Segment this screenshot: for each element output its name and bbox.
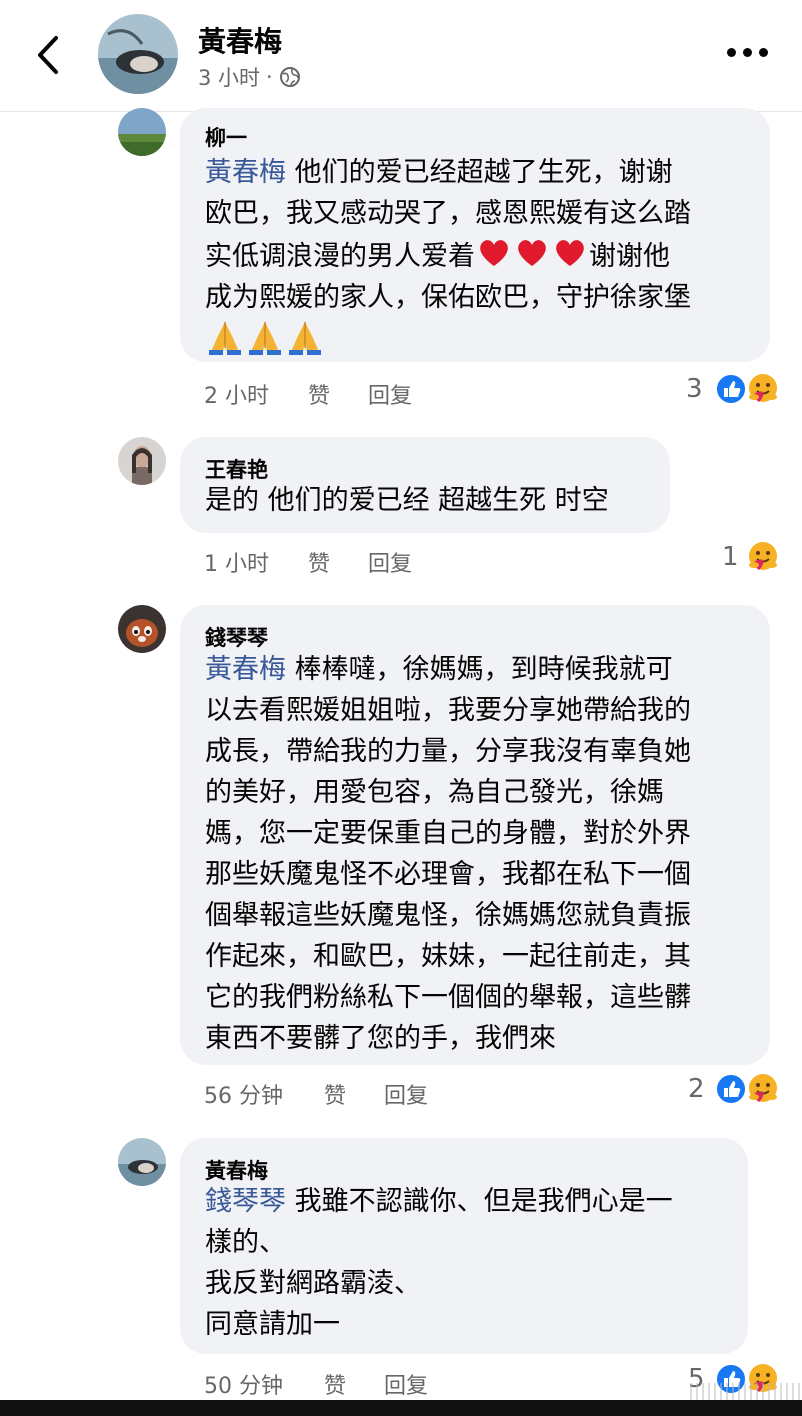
like-reaction-icon xyxy=(715,1073,747,1105)
comment-line: 那些妖魔鬼怪不必理會，我都在私下一個 xyxy=(205,859,691,890)
comment-text: 是的 他们的爱已经 超越生死 时空 xyxy=(205,480,609,521)
comment-line: 同意請加一 xyxy=(205,1309,340,1340)
more-dot xyxy=(758,47,768,57)
back-button[interactable] xyxy=(30,30,70,80)
watermark xyxy=(690,1383,800,1401)
red-heart-icon xyxy=(556,240,584,266)
comment-text: 黃春梅 他们的爱已经超越了生死，谢谢 欧巴，我又感动哭了，感恩熙媛有这么踏 实低… xyxy=(205,152,691,362)
comment-line: 是的 他们的爱已经 超越生死 时空 xyxy=(205,485,609,516)
comment-line: 欧巴，我又感动哭了，感恩熙媛有这么踏 xyxy=(205,198,691,229)
comment-line: 成長，帶給我的力量，分享我沒有辜負她 xyxy=(205,736,691,767)
post-author-name[interactable]: 黃春梅 xyxy=(198,20,282,60)
comment-author[interactable]: 柳一 xyxy=(205,122,247,152)
reaction-count[interactable]: 2 xyxy=(688,1074,705,1104)
commenter-avatar[interactable] xyxy=(118,605,166,653)
avatar-image xyxy=(118,1138,166,1186)
more-options-button[interactable] xyxy=(724,40,770,64)
chevron-left-icon xyxy=(38,36,58,74)
folded-hands-icon xyxy=(249,322,281,355)
post-meta: 3 小时 · xyxy=(198,62,301,92)
comment-line: 我反對網路霸淩、 xyxy=(205,1268,421,1299)
meta-separator: · xyxy=(266,65,273,89)
commenter-avatar[interactable] xyxy=(118,1138,166,1186)
avatar-image xyxy=(118,437,166,485)
reaction-count[interactable]: 1 xyxy=(722,542,739,572)
comment-line: 它的我們粉絲私下一個個的舉報，這些髒 xyxy=(205,982,691,1013)
care-reaction-icon xyxy=(749,542,777,570)
mention-link[interactable]: 黃春梅 xyxy=(205,157,286,188)
avatar[interactable] xyxy=(98,14,178,94)
comment-line: 他们的爱已经超越了生死，谢谢 xyxy=(294,157,673,188)
avatar-image xyxy=(98,14,178,94)
comment-line: 实低调浪漫的男人爱着 xyxy=(205,241,475,272)
like-button[interactable]: 赞 xyxy=(308,546,330,578)
red-heart-icon xyxy=(480,240,508,266)
comment-line: 我雖不認識你、但是我們心是一 xyxy=(294,1186,673,1217)
like-button[interactable]: 赞 xyxy=(324,1078,346,1110)
care-reaction-icon xyxy=(749,374,777,402)
comment-line: 成为熙媛的家人，保佑欧巴，守护徐家堡 xyxy=(205,282,691,313)
care-reaction-icon xyxy=(749,1074,777,1102)
comment-line: 媽，您一定要保重自己的身體，對於外界 xyxy=(205,818,691,849)
like-reaction-icon xyxy=(715,373,747,405)
commenter-avatar[interactable] xyxy=(118,108,166,156)
more-dots-icon xyxy=(726,47,736,57)
comment-text: 黃春梅 棒棒噠，徐媽媽，到時候我就可 以去看熙媛姐姐啦，我要分享她帶給我的 成長… xyxy=(205,649,691,1059)
comment-line: 棒棒噠，徐媽媽，到時候我就可 xyxy=(294,654,673,685)
comment-line: 的美好，用愛包容，為自己發光，徐媽 xyxy=(205,777,664,808)
post-time[interactable]: 3 小时 xyxy=(198,62,260,92)
reply-button[interactable]: 回复 xyxy=(384,1078,428,1110)
more-dot xyxy=(742,47,752,57)
like-button[interactable]: 赞 xyxy=(324,1368,346,1400)
comment-line: 個舉報這些妖魔鬼怪，徐媽媽您就負責振 xyxy=(205,900,691,931)
post-header: 黃春梅 3 小时 · xyxy=(0,0,802,112)
mention-link[interactable]: 錢琴琴 xyxy=(205,1186,286,1217)
comment-text: 錢琴琴 我雖不認識你、但是我們心是一 樣的、 我反對網路霸淩、 同意請加一 xyxy=(205,1181,673,1345)
avatar-image xyxy=(118,605,166,653)
commenter-avatar[interactable] xyxy=(118,437,166,485)
like-button[interactable]: 赞 xyxy=(308,378,330,410)
comment-time[interactable]: 50 分钟 xyxy=(204,1368,283,1400)
avatar-image xyxy=(118,108,166,156)
comment-line: 谢谢他 xyxy=(589,241,670,272)
comment-line: 作起來，和歐巴，妹妹，一起往前走，其 xyxy=(205,941,691,972)
reply-button[interactable]: 回复 xyxy=(368,546,412,578)
bottom-edge xyxy=(0,1400,802,1416)
comment-line: 以去看熙媛姐姐啦，我要分享她帶給我的 xyxy=(205,695,691,726)
comment-time[interactable]: 56 分钟 xyxy=(204,1078,283,1110)
comment-time[interactable]: 2 小时 xyxy=(204,378,269,410)
red-heart-icon xyxy=(518,240,546,266)
comment-time[interactable]: 1 小时 xyxy=(204,546,269,578)
reply-button[interactable]: 回复 xyxy=(384,1368,428,1400)
folded-hands-icon xyxy=(289,322,321,355)
comment-line: 樣的、 xyxy=(205,1227,286,1258)
globe-icon xyxy=(279,67,300,87)
comment-author[interactable]: 錢琴琴 xyxy=(205,622,268,652)
reaction-count[interactable]: 3 xyxy=(686,374,703,404)
folded-hands-icon xyxy=(209,322,241,355)
reply-button[interactable]: 回复 xyxy=(368,378,412,410)
comment-line: 東西不要髒了您的手，我們來 xyxy=(205,1023,556,1054)
mention-link[interactable]: 黃春梅 xyxy=(205,654,286,685)
